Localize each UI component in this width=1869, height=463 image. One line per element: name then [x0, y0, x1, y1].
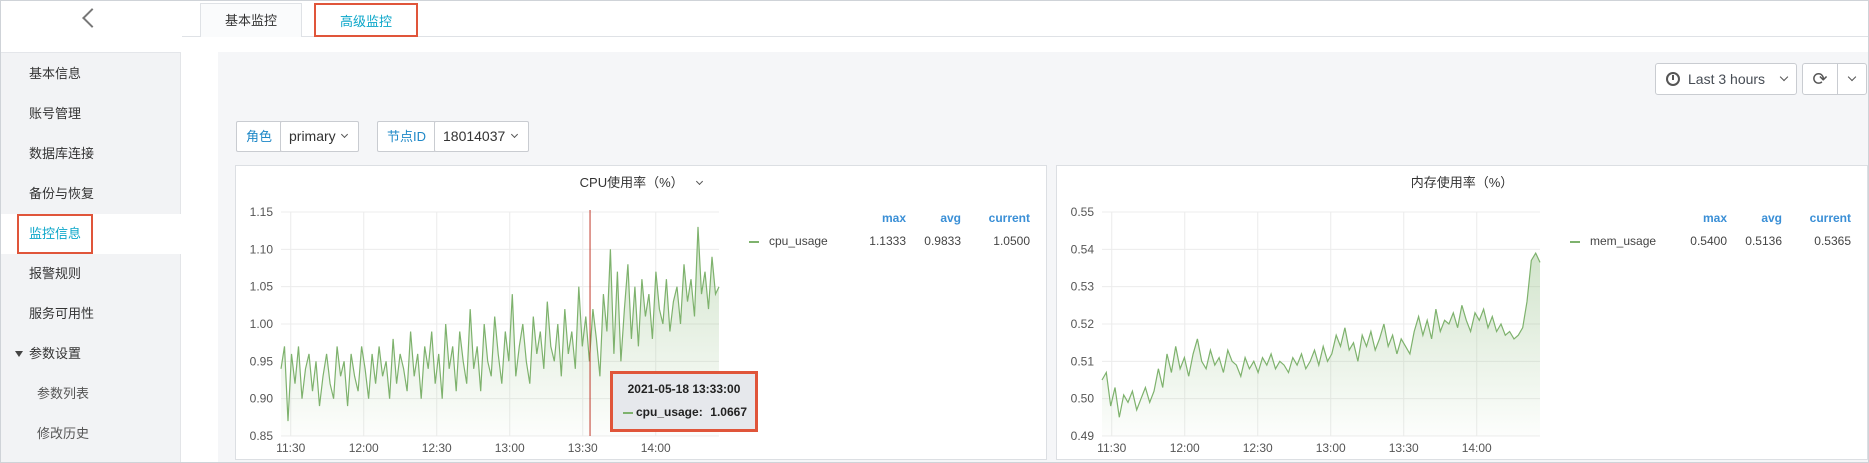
- legend-avg-header[interactable]: avg: [1742, 211, 1782, 225]
- chart-tooltip: 2021-05-18 13:33:00 cpu_usage: 1.0667: [610, 371, 758, 432]
- memory-usage-panel[interactable]: 内存使用率（%） 0.55 0.54 0.53 0.52 0.51 0.50 0.49 11:…: [1056, 165, 1868, 460]
- node-variable-label: 节点ID: [377, 121, 437, 152]
- node-variable-select[interactable]: 18014037: [434, 121, 529, 152]
- x-tick-label: 13:30: [1389, 441, 1419, 455]
- chevron-down-icon: [340, 130, 349, 139]
- x-tick-label: 13:00: [495, 441, 525, 455]
- refresh-interval-dropdown[interactable]: [1837, 63, 1867, 95]
- legend-max-value: 1.1333: [869, 234, 906, 248]
- y-tick-label: 0.85: [250, 429, 274, 443]
- y-tick-label: 0.49: [1071, 429, 1095, 443]
- tooltip-value: 1.0667: [710, 405, 747, 419]
- sidebar-item-label: 基本信息: [29, 66, 82, 81]
- series-color-swatch: [623, 411, 633, 414]
- legend-current-header[interactable]: current: [976, 211, 1030, 225]
- chevron-down-icon: [1847, 72, 1857, 82]
- sidebar-item-basic-info[interactable]: 基本信息: [1, 54, 181, 94]
- role-variable-select[interactable]: primary: [280, 121, 359, 152]
- sidebar-item-label: 数据库连接: [29, 146, 95, 161]
- sidebar-item-label: 参数列表: [37, 386, 90, 401]
- tab-basic-monitoring[interactable]: 基本监控: [200, 3, 303, 37]
- x-tick-label: 12:30: [422, 441, 452, 455]
- legend-avg-value: 0.5136: [1745, 234, 1782, 248]
- y-tick-label: 0.50: [1071, 392, 1095, 406]
- time-range-label: Last 3 hours: [1688, 71, 1766, 87]
- x-tick-label: 12:30: [1243, 441, 1273, 455]
- sidebar-item-monitoring[interactable]: 监控信息: [1, 214, 181, 254]
- y-tick-label: 1.00: [250, 317, 274, 331]
- node-value: 18014037: [443, 128, 506, 144]
- sidebar-item-availability[interactable]: 服务可用性: [1, 294, 181, 334]
- legend-series-name[interactable]: mem_usage: [1590, 234, 1656, 248]
- legend-max-header[interactable]: max: [866, 211, 906, 225]
- legend-current-header[interactable]: current: [1797, 211, 1851, 225]
- y-tick-label: 0.95: [250, 354, 274, 368]
- series-area: [1102, 253, 1540, 436]
- tooltip-time: 2021-05-18 13:33:00: [627, 382, 741, 396]
- legend-series-name[interactable]: cpu_usage: [769, 234, 828, 248]
- role-value: primary: [289, 128, 336, 144]
- clock-icon: [1666, 72, 1680, 86]
- y-tick-label: 0.90: [250, 392, 274, 406]
- x-tick-label: 14:00: [641, 441, 671, 455]
- sidebar-item-label: 服务可用性: [29, 306, 95, 321]
- series-color-swatch: [749, 241, 759, 243]
- y-tick-label: 1.05: [250, 280, 274, 294]
- chevron-left-icon: [82, 8, 102, 28]
- sidebar-item-label: 修改历史: [37, 426, 90, 441]
- y-tick-label: 1.15: [250, 205, 274, 219]
- x-tick-label: 11:30: [276, 441, 305, 455]
- back-button[interactable]: [1, 1, 181, 53]
- chevron-down-icon: [1779, 72, 1789, 82]
- x-tick-label: 13:30: [568, 441, 598, 455]
- legend-avg-value: 0.9833: [924, 234, 961, 248]
- caret-down-icon: [15, 351, 23, 357]
- sidebar-item-alert-rules[interactable]: 报警规则: [1, 254, 181, 294]
- tab-advanced-monitoring[interactable]: 高级监控: [314, 3, 419, 37]
- x-tick-label: 11:30: [1097, 441, 1126, 455]
- series-color-swatch: [1570, 241, 1580, 243]
- sidebar-item-label: 监控信息: [17, 214, 94, 254]
- x-tick-label: 13:00: [1316, 441, 1346, 455]
- y-tick-label: 1.10: [250, 242, 274, 256]
- y-tick-label: 0.55: [1071, 205, 1095, 219]
- sidebar-item-label: 账号管理: [29, 106, 82, 121]
- x-tick-label: 12:00: [349, 441, 379, 455]
- legend-max-header[interactable]: max: [1687, 211, 1727, 225]
- y-tick-label: 0.54: [1071, 242, 1095, 256]
- tab-bar: 基本监控 高级监控: [182, 1, 1868, 37]
- sidebar-item-param-list[interactable]: 参数列表: [1, 374, 181, 414]
- y-tick-label: 0.52: [1071, 317, 1095, 331]
- sidebar: 基本信息 账号管理 数据库连接 备份与恢复 监控信息 报警规则 服务可用性 参数…: [1, 1, 181, 462]
- sidebar-item-history[interactable]: 修改历史: [1, 414, 181, 454]
- x-tick-label: 14:00: [1462, 441, 1492, 455]
- refresh-icon: ⟳: [1812, 69, 1828, 89]
- legend-max-value: 0.5400: [1690, 234, 1727, 248]
- y-tick-label: 0.51: [1071, 354, 1095, 368]
- chevron-down-icon: [510, 130, 519, 139]
- sidebar-item-params[interactable]: 参数设置: [1, 334, 181, 374]
- legend-current-value: 1.0500: [993, 234, 1030, 248]
- x-tick-label: 12:00: [1170, 441, 1200, 455]
- sidebar-item-label: 备份与恢复: [29, 186, 95, 201]
- sidebar-item-backup[interactable]: 备份与恢复: [1, 174, 181, 214]
- time-range-picker[interactable]: Last 3 hours: [1655, 63, 1797, 95]
- sidebar-item-accounts[interactable]: 账号管理: [1, 94, 181, 134]
- refresh-button[interactable]: ⟳: [1802, 63, 1838, 95]
- sidebar-item-db-connection[interactable]: 数据库连接: [1, 134, 181, 174]
- y-tick-label: 0.53: [1071, 280, 1095, 294]
- role-variable-label: 角色: [236, 121, 283, 152]
- tooltip-row: cpu_usage: 1.0667: [623, 405, 747, 419]
- legend-current-value: 0.5365: [1814, 234, 1851, 248]
- tooltip-series: cpu_usage:: [636, 405, 703, 419]
- sidebar-item-label: 参数设置: [29, 346, 82, 361]
- sidebar-item-label: 报警规则: [29, 266, 82, 281]
- legend-avg-header[interactable]: avg: [921, 211, 961, 225]
